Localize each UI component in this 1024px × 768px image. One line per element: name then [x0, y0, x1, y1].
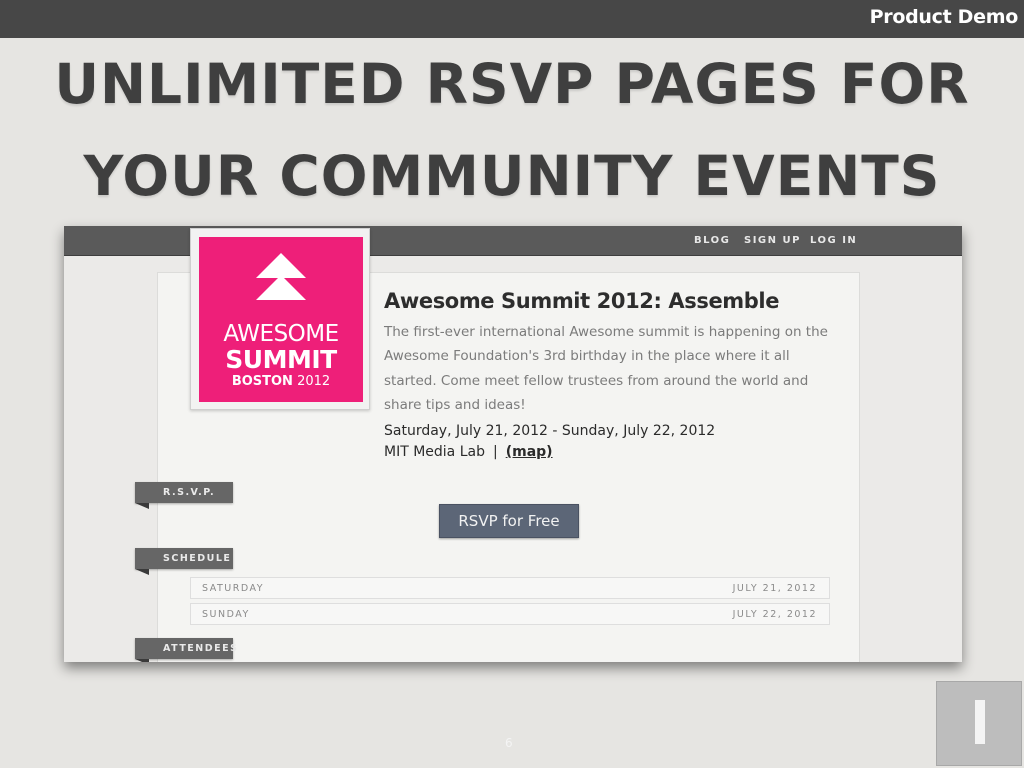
logo-summit-text: SUMMIT	[225, 345, 337, 374]
slide-headline-line1: UNLIMITED RSVP PAGES FOR	[54, 52, 970, 116]
schedule-row: SUNDAY JULY 22, 2012	[190, 603, 830, 625]
event-description: The first-ever international Awesome sum…	[384, 324, 828, 413]
section-tab-schedule: SCHEDULE	[135, 548, 233, 575]
slide-headline-line2: YOUR COMMUNITY EVENTS	[83, 144, 941, 208]
logo-boston-text: BOSTON 2012	[231, 374, 331, 389]
section-tab-rsvp: R.S.V.P.	[135, 482, 233, 509]
event-venue: MIT Media Lab	[384, 444, 485, 460]
section-tab-attendees: ATTENDEES	[135, 638, 237, 662]
nav-blog-link[interactable]: BLOG	[694, 235, 730, 246]
schedule-row: SATURDAY JULY 21, 2012	[190, 577, 830, 599]
nav-login-link[interactable]: LOG IN	[810, 235, 857, 246]
schedule-day: SATURDAY	[202, 583, 265, 594]
slide-header-label: Product Demo	[869, 6, 1019, 28]
location-separator: |	[492, 444, 498, 460]
nav-signup-link[interactable]: SIGN UP	[744, 235, 801, 246]
event-dates: Saturday, July 21, 2012 - Sunday, July 2…	[384, 423, 716, 439]
awesome-summit-logo: AWESOME SUMMIT BOSTON 2012	[199, 237, 363, 402]
triangle-icon	[256, 275, 306, 300]
corner-logo	[936, 681, 1022, 766]
schedule-day: SUNDAY	[202, 609, 250, 620]
map-link[interactable]: (map)	[506, 444, 553, 460]
bar-icon	[975, 700, 985, 744]
slide-header-bar: Product Demo	[0, 0, 1024, 38]
schedule-date: JULY 22, 2012	[732, 609, 817, 620]
schedule-date: JULY 21, 2012	[732, 583, 817, 594]
event-title: Awesome Summit 2012: Assemble	[384, 289, 780, 313]
event-logo: AWESOME SUMMIT BOSTON 2012	[190, 228, 370, 410]
rsvp-page-screenshot: BLOG SIGN UP LOG IN AWESOME SUMMIT BOSTO…	[64, 226, 962, 662]
event-location: MIT Media Lab | (map)	[384, 444, 553, 460]
logo-awesome-text: AWESOME	[223, 321, 339, 347]
slide-page-number: 6	[505, 736, 513, 750]
rsvp-button[interactable]: RSVP for Free	[439, 504, 579, 538]
